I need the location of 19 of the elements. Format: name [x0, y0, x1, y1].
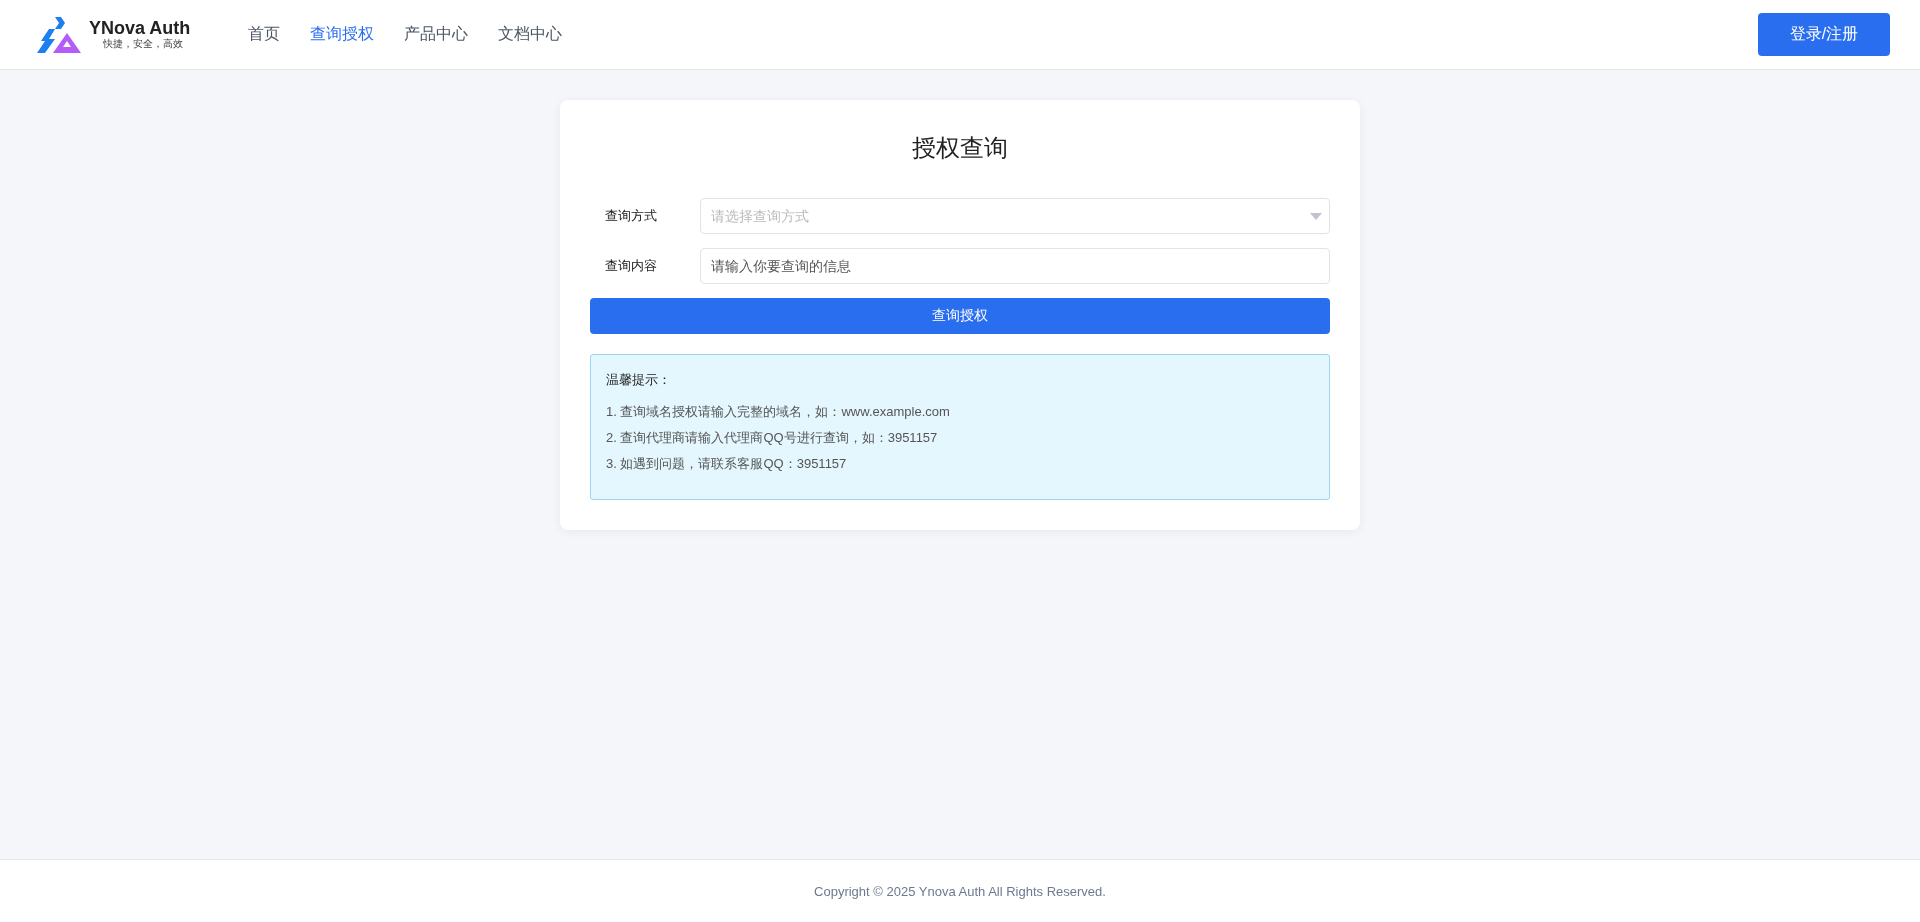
query-content-input[interactable]: 请输入你要查询的信息 — [700, 248, 1330, 284]
field-label: 查询方式 — [604, 207, 658, 225]
tip-text: 2. 查询代理商请输入代理商QQ号进行查询，如：3951157 — [606, 429, 939, 447]
field-label: 查询内容 — [604, 257, 658, 275]
nav-link[interactable]: 首页 — [248, 24, 281, 45]
login-register-button[interactable]: 登录/注册 — [1758, 13, 1890, 56]
copyright-text: Copyright © 2025 Ynova Auth All Rights Reserved. — [814, 883, 1106, 899]
nav-link[interactable]: 文档中心 — [498, 24, 563, 45]
logo-title: YNova Auth — [89, 19, 191, 38]
nav-link[interactable]: 查询授权 — [310, 24, 375, 45]
query-button[interactable]: 查询授权 — [590, 298, 1330, 334]
tips-title: 温馨提示： — [606, 371, 672, 389]
query-method-select[interactable]: 请选择查询方式 — [700, 198, 1330, 234]
tip-text: 1. 查询域名授权请输入完整的域名，如：www.example.com — [606, 403, 951, 421]
logo-slogan: 快捷，安全，高效 — [102, 38, 184, 50]
caret-icon — [1310, 213, 1322, 220]
nav-link[interactable]: 产品中心 — [404, 24, 469, 45]
tip-text: 3. 如遇到问题，请联系客服QQ：3951157 — [606, 455, 848, 473]
card-title: 授权查询 — [911, 133, 1009, 163]
